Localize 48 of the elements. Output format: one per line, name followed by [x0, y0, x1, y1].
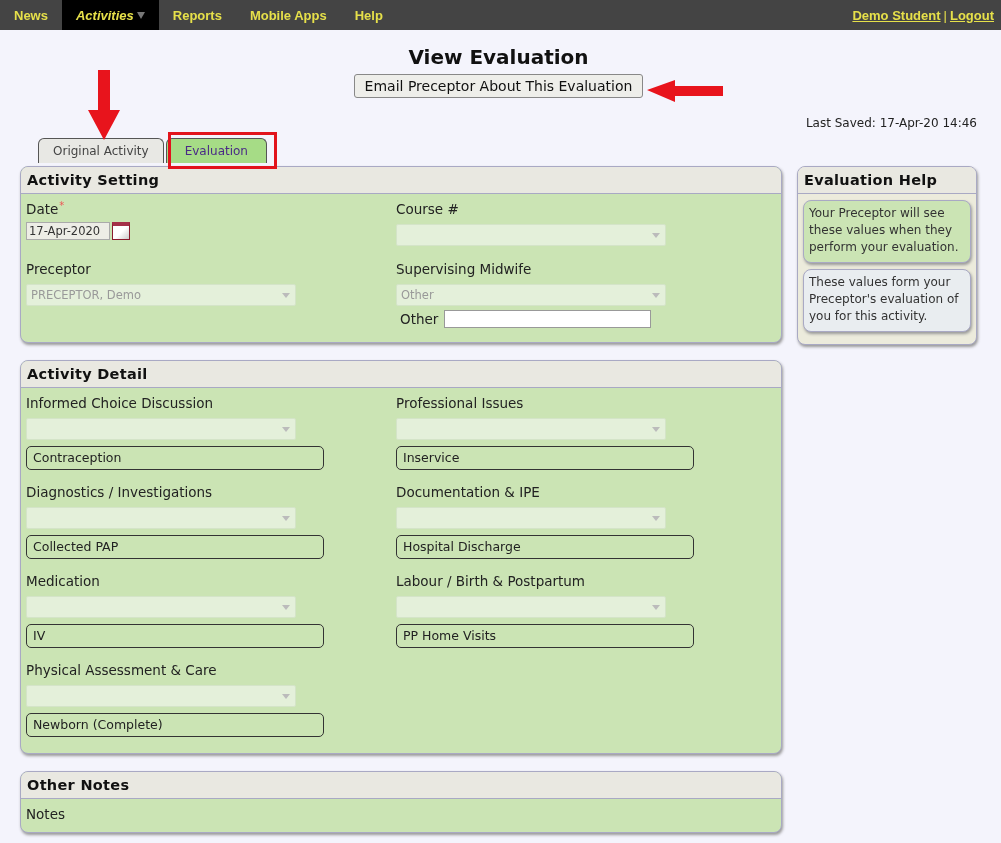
text-input[interactable]	[444, 310, 652, 328]
field-label: Course #	[396, 200, 459, 218]
field-label: Labour / Birth & Postpartum	[396, 572, 587, 590]
section-title: Other Notes	[21, 772, 781, 799]
email-button[interactable]: Email Preceptor About This Evaluation	[353, 74, 644, 98]
separator: |	[943, 7, 947, 23]
nav-link[interactable]: Help	[340, 0, 397, 30]
field-label: Notes	[26, 805, 66, 823]
section-title: Evaluation Help	[798, 167, 976, 194]
caret-icon	[652, 515, 660, 521]
caret-icon	[652, 426, 660, 432]
caret-icon	[652, 292, 660, 298]
user-link[interactable]: Demo Student	[852, 7, 941, 23]
page-title: View Evaluation	[407, 44, 590, 69]
field-label: Documentation & IPE	[396, 483, 541, 501]
field-label: Other	[400, 310, 439, 328]
section-title: Activity Setting	[21, 167, 781, 194]
annotation-arrow-icon	[88, 70, 120, 140]
caret-icon	[652, 232, 660, 238]
caret-icon	[282, 693, 290, 699]
last-saved-text: Last Saved: 17-Apr-20 14:46	[804, 116, 977, 130]
field-label: Physical Assessment & Care	[26, 661, 218, 679]
logout-link[interactable]: Logout	[949, 7, 994, 23]
nav-link[interactable]: Mobile Apps	[235, 0, 341, 30]
tab[interactable]: Evaluation	[165, 138, 267, 163]
caret-icon	[282, 426, 290, 432]
field-label: Medication	[26, 572, 101, 590]
field-label: Supervising Midwife	[396, 260, 532, 278]
field-label: Informed Choice Discussion	[26, 394, 214, 412]
field-label: Preceptor	[26, 260, 91, 278]
help-note: These values form your Preceptor's evaluation of you for this activity.	[803, 269, 971, 332]
date-field[interactable]: 17-Apr-2020	[26, 222, 110, 240]
help-note: Your Preceptor will see these values when they perform your evaluation.	[803, 200, 971, 263]
nav-link[interactable]: Activities	[61, 0, 159, 30]
required-mark: *	[59, 200, 65, 213]
caret-icon	[282, 604, 290, 610]
caret-icon	[282, 515, 290, 521]
nav-link[interactable]: Reports	[158, 0, 236, 30]
tab[interactable]: Original Activity	[38, 138, 164, 163]
field-label: Professional Issues	[396, 394, 525, 412]
field-label: Date	[26, 200, 59, 218]
nav-link[interactable]: News	[0, 0, 62, 30]
calendar-icon[interactable]	[112, 222, 130, 240]
section-title: Activity Detail	[21, 361, 781, 388]
field-label: Diagnostics / Investigations	[26, 483, 214, 501]
caret-icon	[282, 292, 290, 298]
annotation-arrow-icon	[647, 80, 723, 102]
caret-icon	[652, 604, 660, 610]
